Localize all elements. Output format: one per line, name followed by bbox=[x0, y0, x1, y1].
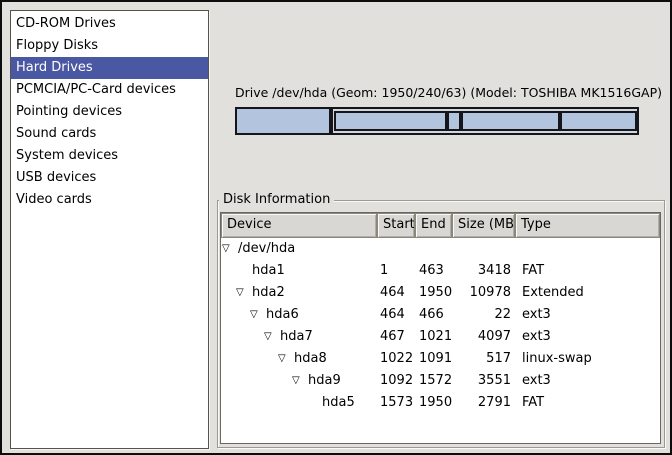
sidebar-item-hard-drives[interactable]: Hard Drives bbox=[11, 57, 208, 79]
device-label: hda7 bbox=[280, 326, 313, 348]
table-row-hda5[interactable]: hda5 157319502791FAT bbox=[221, 392, 660, 414]
start-cell: 1 bbox=[377, 260, 415, 282]
device-label: hda1 bbox=[252, 260, 285, 282]
size-cell: 22 bbox=[452, 304, 515, 326]
size-cell: 2791 bbox=[452, 392, 515, 414]
expander-icon[interactable]: ▽ bbox=[236, 282, 252, 304]
table-row-hda8[interactable]: ▽hda810221091517linux-swap bbox=[221, 348, 660, 370]
start-cell: 467 bbox=[377, 326, 415, 348]
size-cell: 517 bbox=[452, 348, 515, 370]
table-header-row: Device Start End Size (MB) Type bbox=[221, 213, 660, 238]
sidebar-item-video-cards[interactable]: Video cards bbox=[11, 189, 208, 211]
hardware-browser-window: { "colors": { "accent": "#4a57a3", "part… bbox=[0, 0, 672, 455]
table-row-hda7[interactable]: ▽hda746710214097ext3 bbox=[221, 326, 660, 348]
expander-icon[interactable]: ▽ bbox=[264, 326, 280, 348]
size-cell: 3418 bbox=[452, 260, 515, 282]
device-cell: hda1 bbox=[221, 260, 377, 282]
column-header-start[interactable]: Start bbox=[377, 213, 415, 238]
sidebar-item-sound-cards[interactable]: Sound cards bbox=[11, 123, 208, 145]
end-cell: 1950 bbox=[415, 392, 452, 414]
device-cell: ▽hda2 bbox=[221, 282, 377, 304]
end-cell: 1021 bbox=[415, 326, 452, 348]
disk-information-frame-label: Disk Information bbox=[219, 193, 334, 207]
type-cell bbox=[515, 238, 660, 260]
extended-partition-segment-hda2 bbox=[331, 107, 639, 135]
end-cell bbox=[415, 238, 452, 260]
device-label: hda2 bbox=[252, 282, 285, 304]
device-cell: ▽hda9 bbox=[221, 370, 377, 392]
end-cell: 466 bbox=[415, 304, 452, 326]
device-label: /dev/hda bbox=[238, 238, 295, 260]
type-cell: ext3 bbox=[515, 326, 660, 348]
end-cell: 1950 bbox=[415, 282, 452, 304]
column-header-end[interactable]: End bbox=[415, 213, 452, 238]
device-label: hda5 bbox=[322, 392, 355, 414]
type-cell: FAT bbox=[515, 392, 660, 414]
device-label: hda6 bbox=[266, 304, 299, 326]
start-cell bbox=[377, 238, 415, 260]
type-cell: Extended bbox=[515, 282, 660, 304]
device-cell: ▽hda8 bbox=[221, 348, 377, 370]
logical-partition-segment-hda5 bbox=[560, 111, 637, 131]
sidebar-item-cd-rom-drives[interactable]: CD-ROM Drives bbox=[11, 13, 208, 35]
size-cell bbox=[452, 238, 515, 260]
device-label: hda8 bbox=[294, 348, 327, 370]
device-label: hda9 bbox=[308, 370, 341, 392]
logical-partition-segment-hda8 bbox=[447, 111, 461, 131]
table-row-hda6[interactable]: ▽hda646446622ext3 bbox=[221, 304, 660, 326]
column-header-type[interactable]: Type bbox=[515, 213, 660, 238]
table-row-hda9[interactable]: ▽hda9109215723551ext3 bbox=[221, 370, 660, 392]
device-cell: hda5 bbox=[221, 392, 377, 414]
sidebar-item-pointing-devices[interactable]: Pointing devices bbox=[11, 101, 208, 123]
sidebar-item-usb-devices[interactable]: USB devices bbox=[11, 167, 208, 189]
table-row-dev-hda[interactable]: ▽/dev/hda bbox=[221, 238, 660, 260]
start-cell: 1092 bbox=[377, 370, 415, 392]
sidebar-item-system-devices[interactable]: System devices bbox=[11, 145, 208, 167]
expander-icon[interactable]: ▽ bbox=[250, 304, 266, 326]
type-cell: FAT bbox=[515, 260, 660, 282]
start-cell: 1573 bbox=[377, 392, 415, 414]
end-cell: 1091 bbox=[415, 348, 452, 370]
sidebar-item-pcmcia-pc-card-devices[interactable]: PCMCIA/PC-Card devices bbox=[11, 79, 208, 101]
start-cell: 1022 bbox=[377, 348, 415, 370]
size-cell: 4097 bbox=[452, 326, 515, 348]
start-cell: 464 bbox=[377, 304, 415, 326]
type-cell: ext3 bbox=[515, 304, 660, 326]
size-cell: 10978 bbox=[452, 282, 515, 304]
disk-info-table: Device Start End Size (MB) Type ▽/dev/hd… bbox=[220, 212, 661, 444]
start-cell: 464 bbox=[377, 282, 415, 304]
table-row-hda1[interactable]: hda1 14633418FAT bbox=[221, 260, 660, 282]
type-cell: linux-swap bbox=[515, 348, 660, 370]
sidebar-item-floppy-disks[interactable]: Floppy Disks bbox=[11, 35, 208, 57]
size-cell: 3551 bbox=[452, 370, 515, 392]
device-category-list: CD-ROM DrivesFloppy DisksHard DrivesPCMC… bbox=[10, 10, 209, 449]
partition-segment-hda1 bbox=[235, 107, 331, 135]
device-cell: ▽/dev/hda bbox=[221, 238, 377, 260]
drive-info-label: Drive /dev/hda (Geom: 1950/240/63) (Mode… bbox=[235, 85, 639, 100]
device-cell: ▽hda6 bbox=[221, 304, 377, 326]
partition-bar bbox=[235, 107, 639, 135]
end-cell: 463 bbox=[415, 260, 452, 282]
expander-icon[interactable]: ▽ bbox=[222, 238, 238, 260]
table-body: ▽/dev/hdahda114633418FAT▽hda246419501097… bbox=[221, 238, 660, 414]
expander-icon[interactable]: ▽ bbox=[292, 370, 308, 392]
logical-partition-segment-hda7 bbox=[334, 111, 447, 131]
column-header-size[interactable]: Size (MB) bbox=[452, 213, 515, 238]
column-header-device[interactable]: Device bbox=[221, 213, 377, 238]
table-row-hda2[interactable]: ▽hda2464195010978Extended bbox=[221, 282, 660, 304]
type-cell: ext3 bbox=[515, 370, 660, 392]
logical-partition-segment-hda9 bbox=[461, 111, 559, 131]
expander-icon[interactable]: ▽ bbox=[278, 348, 294, 370]
end-cell: 1572 bbox=[415, 370, 452, 392]
device-cell: ▽hda7 bbox=[221, 326, 377, 348]
